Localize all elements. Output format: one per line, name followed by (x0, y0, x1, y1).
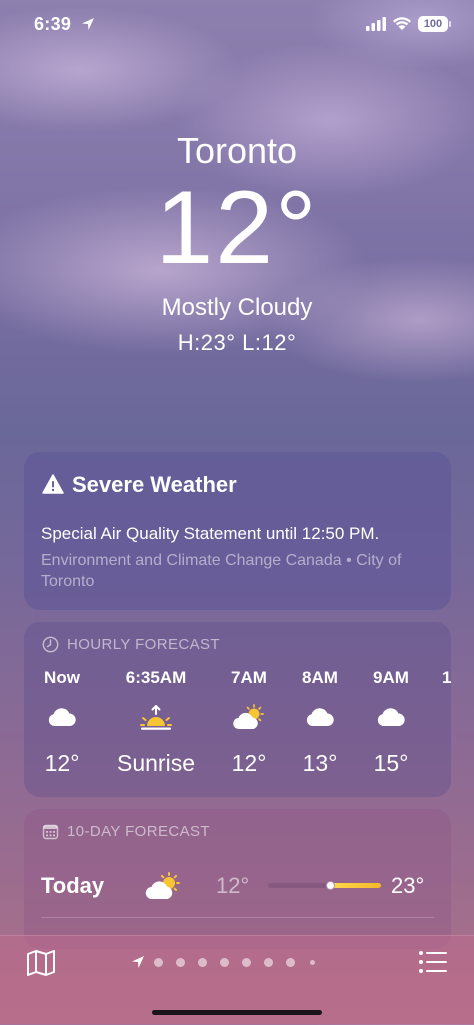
battery-nub (449, 21, 451, 27)
partly-cloudy-icon (145, 872, 180, 900)
day-row[interactable]: Today 12° 23° (24, 859, 451, 915)
hour-item[interactable]: 7AM 12° (226, 668, 272, 788)
hour-time: 9AM (373, 668, 409, 687)
location-arrow-icon (132, 956, 144, 968)
alert-text: Special Air Quality Statement until 12:5… (41, 524, 380, 543)
hour-temp: 13° (302, 750, 338, 776)
current-condition: Mostly Cloudy (161, 294, 313, 321)
cellular-signal-icon (366, 17, 386, 31)
day-high-temp: 23° (391, 873, 425, 898)
page-dot (310, 960, 315, 965)
ten-day-forecast-card[interactable]: 10-DAY FORECAST Today 12° 23° (24, 809, 451, 949)
hour-time: 6:35AM (125, 668, 187, 687)
map-icon[interactable] (26, 949, 56, 977)
current-temperature: 12° (155, 170, 319, 286)
battery-indicator: 100 (418, 16, 448, 32)
page-dot (176, 958, 185, 967)
cloud-icon (306, 708, 334, 726)
clock-icon (42, 636, 59, 653)
hour-item[interactable]: Now 12° (38, 668, 86, 788)
list-icon[interactable] (418, 950, 448, 974)
hourly-forecast-card[interactable]: HOURLY FORECAST Now 12° 6:35AM Sunrise 7… (24, 622, 451, 797)
hour-item[interactable]: 6:35AM Sunrise (112, 668, 200, 788)
temperature-range-bar (268, 881, 381, 890)
wifi-icon (393, 17, 411, 30)
hour-time: Now (44, 668, 80, 687)
hour-time: 8AM (302, 668, 338, 687)
partly-cloudy-icon (233, 704, 264, 730)
hour-item[interactable]: 8AM 13° (297, 668, 343, 788)
severe-weather-card[interactable]: Severe Weather Special Air Quality State… (24, 452, 451, 610)
sunrise-icon (140, 705, 172, 730)
hour-temp: Sunrise (117, 750, 195, 776)
hour-item[interactable]: 1 (440, 668, 451, 788)
hour-time: 1 (442, 668, 451, 687)
high-low-temperature: H:23° L:12° (177, 330, 297, 355)
warning-triangle-icon (42, 474, 64, 494)
page-dot (286, 958, 295, 967)
cloud-icon (377, 708, 405, 726)
location-arrow-icon (82, 18, 94, 30)
day-label: Today (41, 873, 105, 898)
hourly-forecast-label: HOURLY FORECAST (67, 636, 220, 653)
city-name: Toronto (176, 130, 298, 171)
calendar-icon (42, 824, 59, 840)
home-indicator[interactable] (152, 1010, 322, 1015)
page-dot (220, 958, 229, 967)
hour-time: 7AM (231, 668, 267, 687)
temperature-range-fill (330, 883, 381, 888)
ten-day-forecast-label: 10-DAY FORECAST (67, 823, 210, 840)
alert-source: Environment and Climate Change Canada • … (41, 552, 402, 590)
day-low-temp: 12° (216, 873, 250, 898)
page-dot (198, 958, 207, 967)
hour-temp: 15° (373, 750, 409, 776)
alert-title: Severe Weather (72, 472, 237, 497)
divider (41, 917, 434, 918)
current-temperature-marker (326, 881, 336, 890)
status-bar: 6:39 100 (0, 0, 474, 52)
page-indicator[interactable] (130, 954, 345, 970)
bottom-toolbar (0, 935, 474, 1025)
status-time: 6:39 (34, 14, 72, 34)
page-dot (154, 958, 163, 967)
page-dot (264, 958, 273, 967)
hour-item[interactable]: 9AM 15° (368, 668, 414, 788)
hour-temp: 12° (231, 750, 267, 776)
page-dot (242, 958, 251, 967)
cloud-icon (48, 708, 76, 726)
hour-temp: 12° (44, 750, 80, 776)
